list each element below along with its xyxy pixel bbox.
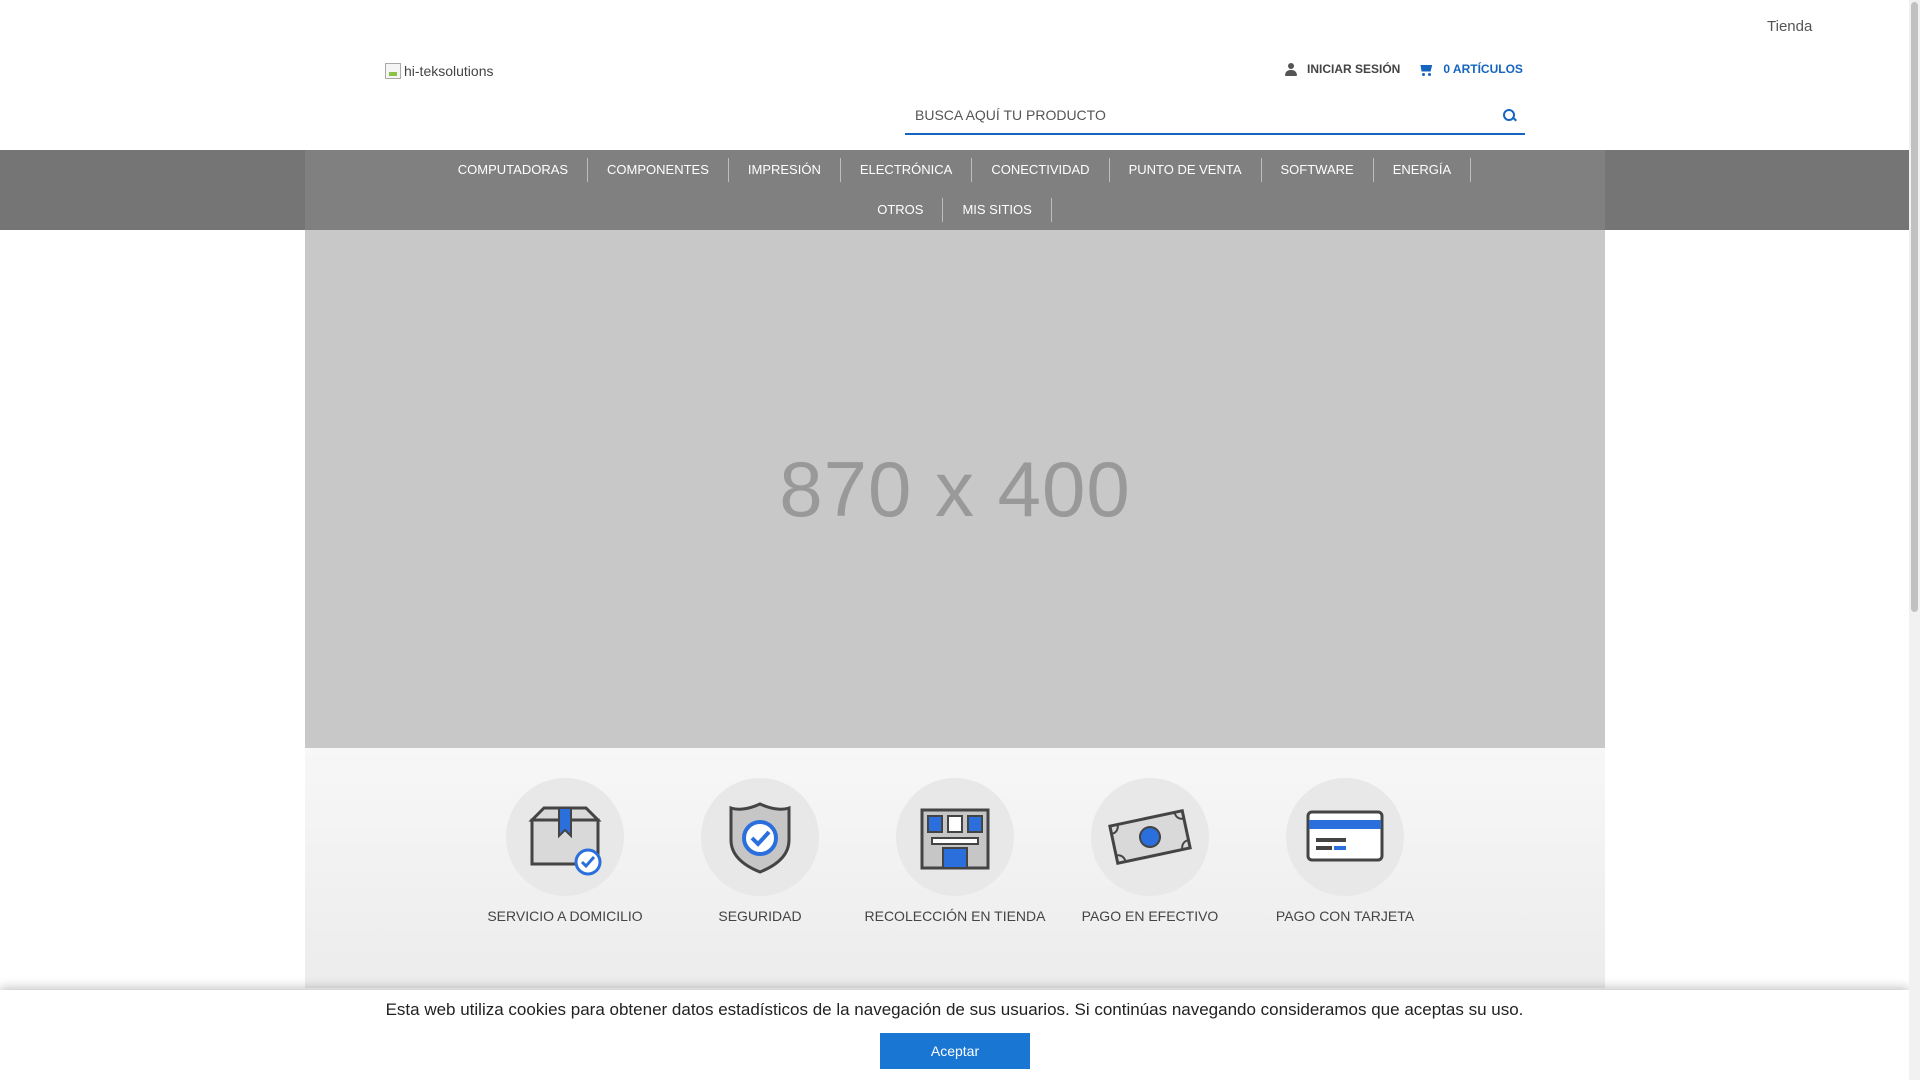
- shield-check-icon: [701, 778, 819, 896]
- nav-row-2: OTROS MIS SITIOS: [305, 198, 1605, 222]
- nav-item-punto-de-venta[interactable]: PUNTO DE VENTA: [1110, 158, 1262, 182]
- feature-pago-con-tarjeta: PAGO CON TARJETA: [1250, 778, 1440, 926]
- search-bar: [905, 97, 1525, 135]
- cart-label: 0 ARTÍCULOS: [1443, 62, 1523, 76]
- cart-icon: [1418, 63, 1433, 76]
- cash-icon: [1091, 778, 1209, 896]
- accept-cookies-button[interactable]: Aceptar: [880, 1033, 1030, 1069]
- login-link[interactable]: INICIAR SESIÓN: [1285, 62, 1400, 76]
- feature-label: SERVICIO A DOMICILIO: [487, 908, 643, 924]
- logo-alt-text: hi-teksolutions: [404, 63, 494, 79]
- feature-label: PAGO EN EFECTIVO: [1081, 908, 1219, 924]
- nav-item-componentes[interactable]: COMPONENTES: [588, 158, 729, 182]
- main-nav: COMPUTADORAS COMPONENTES IMPRESIÓN ELECT…: [0, 150, 1909, 230]
- nav-item-computadoras[interactable]: COMPUTADORAS: [439, 158, 589, 182]
- nav-item-software[interactable]: SOFTWARE: [1262, 158, 1374, 182]
- nav-inner: COMPUTADORAS COMPONENTES IMPRESIÓN ELECT…: [305, 150, 1605, 230]
- feature-label: RECOLECCIÓN EN TIENDA: [864, 908, 1046, 924]
- nav-item-energia[interactable]: ENERGÍA: [1374, 158, 1472, 182]
- login-label: INICIAR SESIÓN: [1307, 62, 1401, 76]
- broken-image-icon: [385, 63, 401, 79]
- user-icon: [1285, 62, 1297, 76]
- cookie-banner: Esta web utiliza cookies para obtener da…: [0, 990, 1909, 1080]
- credit-card-icon: [1286, 778, 1404, 896]
- scrollbar[interactable]: [1909, 0, 1920, 1080]
- nav-item-impresion[interactable]: IMPRESIÓN: [729, 158, 841, 182]
- store-icon: [896, 778, 1014, 896]
- logo[interactable]: hi-teksolutions: [385, 63, 494, 79]
- search-input[interactable]: [905, 107, 1495, 123]
- feature-label: PAGO CON TARJETA: [1275, 908, 1415, 924]
- cart-link[interactable]: 0 ARTÍCULOS: [1418, 62, 1523, 76]
- banner-placeholder-text: 870 x 400: [779, 444, 1131, 533]
- feature-recoleccion-en-tienda: RECOLECCIÓN EN TIENDA: [860, 778, 1050, 926]
- feature-label: SEGURIDAD: [718, 908, 802, 924]
- cookie-message: Esta web utiliza cookies para obtener da…: [385, 1000, 1524, 1019]
- box-check-icon: [506, 778, 624, 896]
- nav-item-otros[interactable]: OTROS: [858, 198, 944, 222]
- hero-banner[interactable]: 870 x 400: [305, 230, 1605, 748]
- feature-seguridad: SEGURIDAD: [665, 778, 855, 926]
- feature-servicio-a-domicilio: SERVICIO A DOMICILIO: [470, 778, 660, 926]
- top-link-tienda[interactable]: Tienda: [1767, 18, 1812, 35]
- nav-item-electronica[interactable]: ELECTRÓNICA: [841, 158, 973, 182]
- feature-pago-en-efectivo: PAGO EN EFECTIVO: [1055, 778, 1245, 926]
- nav-item-conectividad[interactable]: CONECTIVIDAD: [972, 158, 1110, 182]
- search-icon[interactable]: [1495, 100, 1525, 130]
- nav-item-mis-sitios[interactable]: MIS SITIOS: [943, 198, 1052, 222]
- account-bar: INICIAR SESIÓN 0 ARTÍCULOS: [1285, 62, 1523, 76]
- nav-row-1: COMPUTADORAS COMPONENTES IMPRESIÓN ELECT…: [305, 158, 1605, 182]
- features-strip: SERVICIO A DOMICILIO SEGURIDAD RECOLECCI…: [305, 748, 1605, 988]
- scrollbar-thumb[interactable]: [1911, 2, 1918, 612]
